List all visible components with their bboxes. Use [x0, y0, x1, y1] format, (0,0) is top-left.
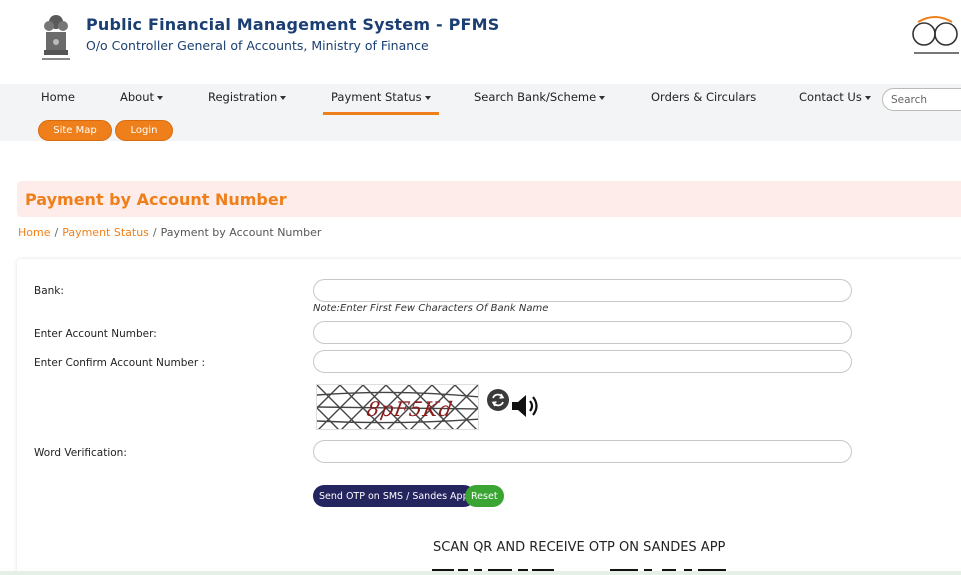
breadcrumb: Home / Payment Status / Payment by Account N… [18, 226, 321, 239]
send-otp-button[interactable]: Send OTP on SMS / Sandes App [313, 485, 475, 507]
caret-down-icon [864, 95, 871, 100]
bank-input[interactable] [313, 279, 852, 302]
breadcrumb-separator: / [54, 226, 59, 239]
site-map-button[interactable]: Site Map [38, 120, 112, 141]
caret-down-icon [280, 95, 287, 100]
reset-button[interactable]: Reset [465, 485, 504, 507]
nav-about[interactable]: About [112, 90, 171, 112]
word-verification-label: Word Verification: [34, 447, 127, 459]
site-title: Public Financial Management System - PFM… [86, 15, 500, 34]
page-bottom-edge [0, 571, 961, 575]
breadcrumb-home[interactable]: Home [18, 226, 50, 239]
page-heading-bar: Payment by Account Number [17, 181, 961, 217]
speaker-icon[interactable] [511, 393, 541, 419]
breadcrumb-separator: / [152, 226, 157, 239]
nav-payment-status[interactable]: Payment Status [323, 90, 439, 115]
swachh-bharat-logo [912, 16, 959, 54]
confirm-account-label: Enter Confirm Account Number : [34, 357, 206, 369]
nav-search-bank-scheme[interactable]: Search Bank/Scheme [466, 90, 613, 112]
caret-down-icon [599, 95, 606, 100]
captcha-refresh-icon[interactable] [487, 389, 509, 411]
caret-down-icon [157, 95, 164, 100]
bank-label: Bank: [34, 285, 64, 297]
refresh-icon [491, 393, 505, 407]
nav-home[interactable]: Home [33, 90, 83, 112]
search-input[interactable] [882, 88, 961, 111]
breadcrumb-payment-status[interactable]: Payment Status [62, 226, 149, 239]
caret-down-icon [424, 95, 431, 100]
breadcrumb-current: Payment by Account Number [160, 226, 322, 239]
nav-registration[interactable]: Registration [200, 90, 294, 112]
nav-contact-us[interactable]: Contact Us [791, 90, 879, 112]
nav-orders-circulars[interactable]: Orders & Circulars [643, 90, 764, 112]
site-header: Public Financial Management System - PFM… [0, 0, 961, 84]
page-title: Payment by Account Number [25, 190, 287, 209]
word-verification-input[interactable] [313, 440, 852, 463]
confirm-account-input[interactable] [313, 350, 852, 373]
captcha-text: 8pF5Kd [364, 397, 455, 421]
captcha-image: 8pF5Kd [316, 384, 479, 430]
account-number-input[interactable] [313, 321, 852, 344]
login-button[interactable]: Login [115, 120, 173, 141]
sandes-qr-heading: SCAN QR AND RECEIVE OTP ON SANDES APP [433, 540, 726, 555]
site-subtitle: O/o Controller General of Accounts, Mini… [86, 38, 429, 53]
bank-note: Note:Enter First Few Characters Of Bank … [313, 303, 549, 314]
account-number-label: Enter Account Number: [34, 328, 157, 340]
national-emblem-icon [42, 15, 70, 60]
